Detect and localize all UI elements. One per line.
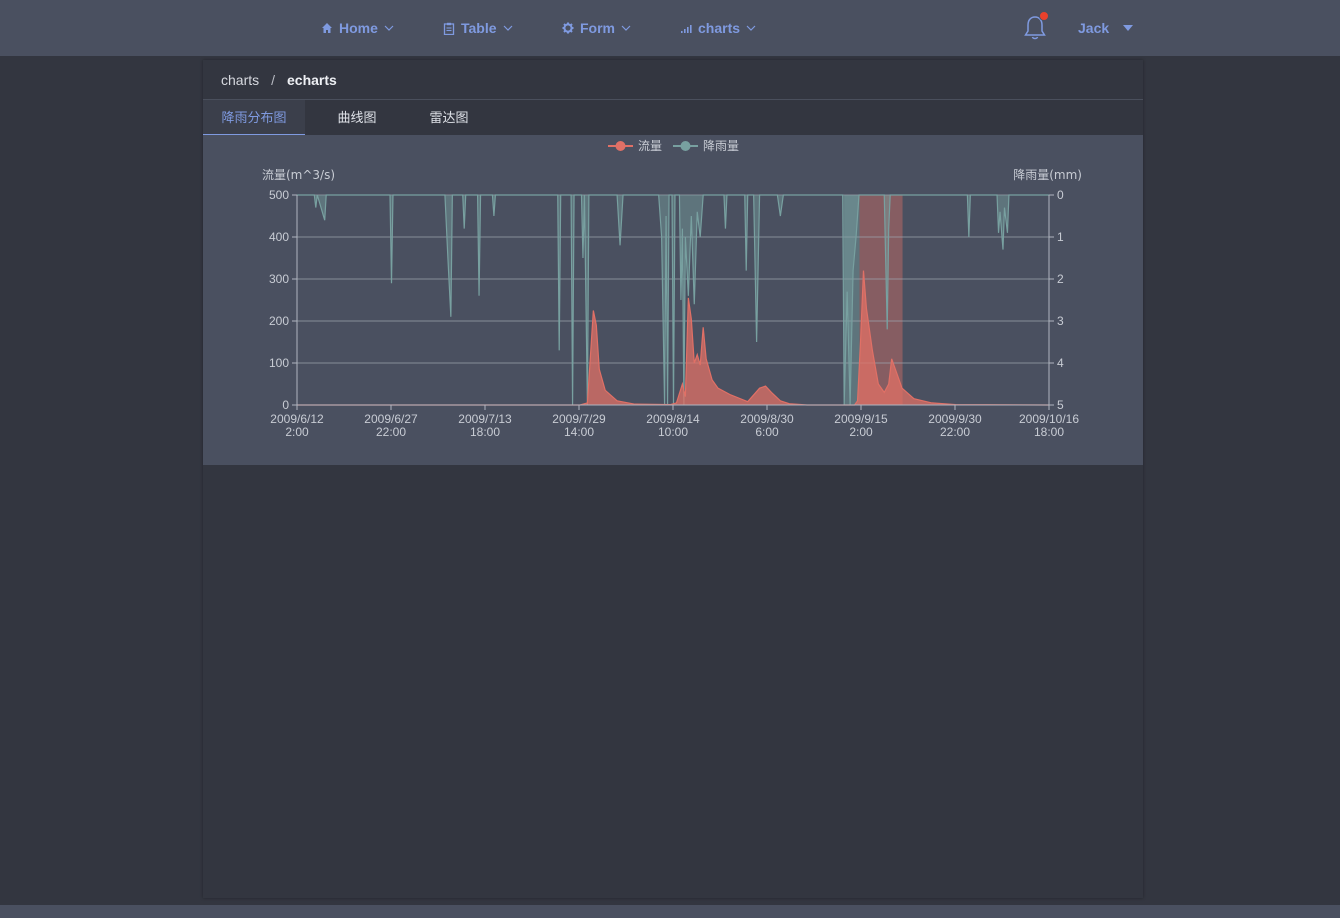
tab-radar[interactable]: 雷达图 [409,100,489,136]
x-tick-label-date: 2009/6/12 [270,412,324,426]
home-icon [322,23,332,33]
x-tick-label-date: 2009/9/30 [928,412,982,426]
tab-curve[interactable]: 曲线图 [305,100,409,136]
nav-form-label: Form [580,20,615,36]
gear-icon [562,22,574,34]
y-left-tick-label: 400 [269,230,289,244]
nav-home-label: Home [339,20,378,36]
y-right-tick-label: 3 [1057,314,1064,328]
x-tick-label-date: 2009/10/16 [1019,412,1079,426]
chevron-down-icon [746,25,756,31]
legend-label-0: 流量 [638,139,662,153]
y-right-axis-title: 降雨量(mm) [1013,168,1082,182]
clipboard-icon [443,22,455,35]
nav-charts[interactable]: charts [680,0,756,56]
x-tick-label-time: 22:00 [940,425,970,439]
breadcrumb: charts / echarts [221,72,337,88]
breadcrumb-item-echarts: echarts [287,72,337,88]
nav-home[interactable]: Home [321,0,394,56]
y-right-tick-label: 4 [1057,356,1064,370]
x-tick-label-time: 18:00 [1034,425,1064,439]
x-tick-label-date: 2009/9/15 [834,412,888,426]
y-right-tick-label: 2 [1057,272,1064,286]
x-tick-label-time: 2:00 [285,425,309,439]
user-menu[interactable]: Jack [1078,0,1134,56]
x-tick-label-date: 2009/8/14 [646,412,700,426]
nav-table[interactable]: Table [443,0,513,56]
nav-charts-label: charts [698,20,741,36]
x-tick-label-time: 6:00 [755,425,779,439]
x-tick-label-date: 2009/7/13 [458,412,512,426]
x-tick-label-date: 2009/6/27 [364,412,418,426]
chevron-down-icon [621,25,631,31]
legend-marker-0 [615,141,626,151]
x-tick-label-date: 2009/8/30 [740,412,794,426]
y-left-tick-label: 100 [269,356,289,370]
caret-down-icon [1123,25,1134,31]
top-navbar: Home Table Form charts Jack [0,0,1340,56]
x-tick-label-time: 22:00 [376,425,406,439]
rainfall-flow-chart: 0 100 200 300 400 500 0 1 2 3 4 5 流量(m^3/s) 降雨量(mm) 20… [262,139,1082,439]
y-right-tick-label: 1 [1057,230,1064,244]
x-tick-label-time: 14:00 [564,425,594,439]
y-right-tick-label: 0 [1057,188,1064,202]
y-right-tick-label: 5 [1057,398,1064,412]
chevron-down-icon [384,25,394,31]
nav-table-label: Table [461,20,497,36]
legend-marker-1 [680,141,691,151]
y-left-tick-label: 300 [269,272,289,286]
bar-chart-icon [681,25,692,33]
y-left-tick-label: 500 [269,188,289,202]
breadcrumb-item-charts[interactable]: charts [221,72,259,88]
legend-label-1: 降雨量 [703,139,739,153]
notification-badge [1039,11,1049,21]
chart-container: 0 100 200 300 400 500 0 1 2 3 4 5 流量(m^3/s) 降雨量(mm) 20… [203,135,1143,465]
y-left-axis-title: 流量(m^3/s) [262,168,335,182]
x-tick-label-date: 2009/7/29 [552,412,606,426]
content-panel: charts / echarts 降雨分布图 曲线图 雷达图 0 100 200 30… [203,60,1143,898]
breadcrumb-separator: / [271,72,276,88]
x-tick-label-time: 2:00 [849,425,873,439]
chevron-down-icon [503,25,512,31]
x-tick-label-time: 18:00 [470,425,500,439]
tab-bar: 降雨分布图 曲线图 雷达图 [203,100,489,136]
y-left-tick-label: 200 [269,314,289,328]
nav-form[interactable]: Form [562,0,631,56]
user-name: Jack [1078,20,1110,36]
tab-rain-distribution[interactable]: 降雨分布图 [203,100,305,136]
bottom-scrollbar-area [0,905,1340,918]
x-tick-label-time: 10:00 [658,425,688,439]
y-left-tick-label: 0 [282,398,289,412]
